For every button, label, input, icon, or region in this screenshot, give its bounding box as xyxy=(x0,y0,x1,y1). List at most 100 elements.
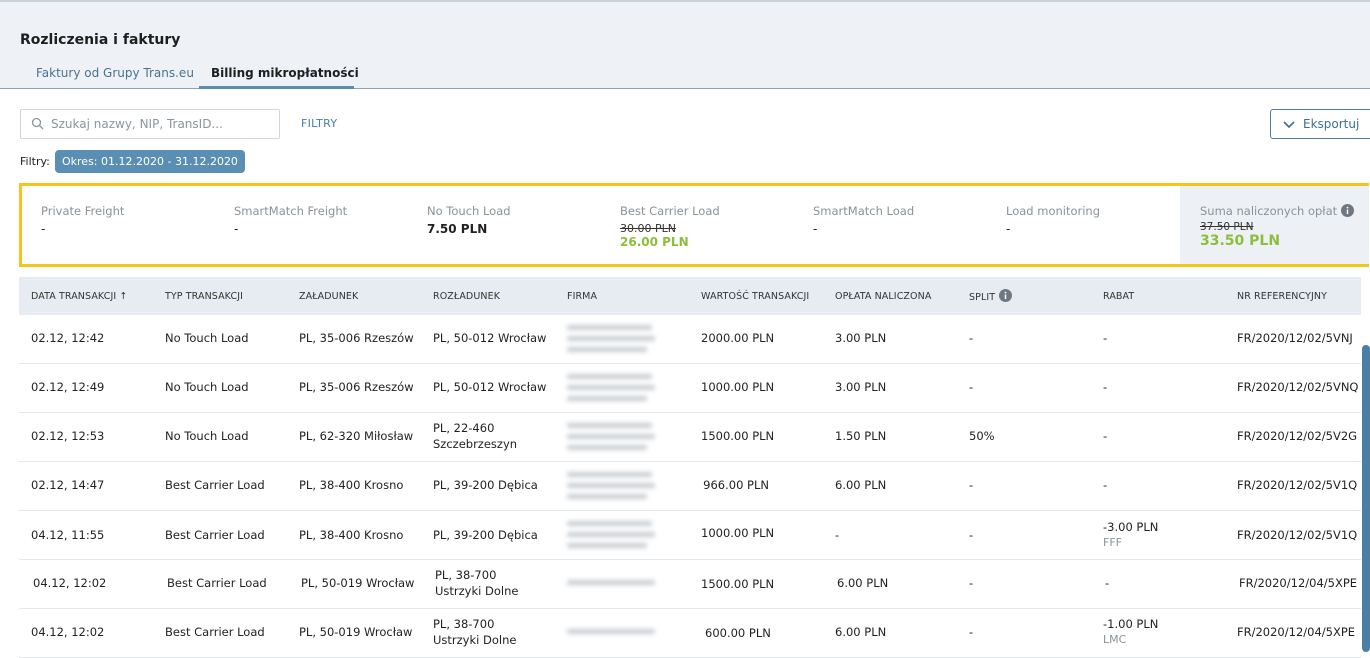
cell-unloading: PL, 38-700 Ustrzyki Dolne xyxy=(435,568,519,598)
info-icon[interactable] xyxy=(999,289,1013,302)
cell-split: - xyxy=(969,331,974,345)
table-row[interactable]: 02.12, 12:49 No Touch Load PL, 35-006 Rz… xyxy=(19,364,1361,413)
summary-value: - xyxy=(1006,222,1011,236)
column-header-type[interactable]: TYP TRANSAKCJI xyxy=(165,291,243,302)
cell-unloading: PL, 50-012 Wrocław xyxy=(433,380,547,394)
info-icon[interactable] xyxy=(1341,204,1355,217)
cell-type: Best Carrier Load xyxy=(167,576,267,590)
table-row[interactable]: 02.12, 14:47 Best Carrier Load PL, 38-40… xyxy=(19,462,1361,511)
summary-old-value: 30.00 PLN xyxy=(620,222,676,235)
cell-reference: FR/2020/12/04/5XPE xyxy=(1239,576,1358,590)
cell-reference: FR/2020/12/02/5VNQ xyxy=(1237,380,1359,394)
cell-loading: PL, 35-006 Rzeszów xyxy=(299,380,414,394)
cell-split: - xyxy=(969,380,974,394)
summary-new-value: 26.00 PLN xyxy=(620,235,689,249)
summary-smartmatch-freight: SmartMatch Freight - xyxy=(234,204,347,236)
cell-type: Best Carrier Load xyxy=(165,528,265,542)
summary-panel: Private Freight - SmartMatch Freight - N… xyxy=(19,183,1369,267)
summary-label: SmartMatch Freight xyxy=(234,204,348,218)
cell-fee: 6.00 PLN xyxy=(837,576,889,590)
column-header-value[interactable]: WARTOŚĆ TRANSAKCJI xyxy=(701,291,809,302)
cell-value: 1500.00 PLN xyxy=(701,429,775,443)
cell-reference: FR/2020/12/02/5VNJ xyxy=(1237,331,1353,345)
cell-company-redacted xyxy=(567,629,657,640)
summary-total-header: Suma naliczonych opłat xyxy=(1200,204,1355,218)
cell-date: 02.12, 14:47 xyxy=(31,478,105,492)
cell-unloading: PL, 50-012 Wrocław xyxy=(433,331,547,345)
summary-smartmatch-load: SmartMatch Load - xyxy=(813,204,914,236)
cell-value: 600.00 PLN xyxy=(705,626,771,640)
table-row[interactable]: 04.12, 11:55 Best Carrier Load PL, 38-40… xyxy=(19,511,1361,560)
cell-split: - xyxy=(969,625,974,639)
search-box[interactable] xyxy=(20,109,280,139)
cell-unloading: PL, 38-700 Ustrzyki Dolne xyxy=(433,617,517,647)
tab-faktury[interactable]: Faktury od Grupy Trans.eu xyxy=(36,66,194,90)
export-button[interactable]: Eksportuj xyxy=(1270,109,1370,139)
table-row[interactable]: 02.12, 12:42 No Touch Load PL, 35-006 Rz… xyxy=(19,315,1361,364)
summary-value: 7.50 PLN xyxy=(427,222,488,236)
cell-fee: 3.00 PLN xyxy=(835,331,887,345)
cell-value: 966.00 PLN xyxy=(703,478,769,492)
cell-loading: PL, 50-019 Wrocław xyxy=(299,625,413,639)
cell-fee: 3.00 PLN xyxy=(835,380,887,394)
cell-split: 50% xyxy=(969,429,995,443)
discount-amount: -3.00 PLN xyxy=(1103,520,1159,534)
summary-label: Load monitoring xyxy=(1006,204,1101,218)
summary-total-label: Suma naliczonych opłat xyxy=(1200,204,1338,218)
table-row[interactable]: 02.12, 12:53 No Touch Load PL, 62-320 Mi… xyxy=(19,413,1361,462)
summary-value: - xyxy=(813,222,818,236)
cell-split: - xyxy=(969,576,974,590)
summary-total-old-value: 37.50 PLN xyxy=(1200,221,1254,233)
cell-fee: - xyxy=(835,528,840,542)
column-header-unloading[interactable]: ROZŁADUNEK xyxy=(433,291,500,302)
page-title: Rozliczenia i faktury xyxy=(20,32,181,48)
summary-private-freight: Private Freight - xyxy=(41,204,124,236)
filters-button[interactable]: FILTRY xyxy=(301,117,337,130)
cell-unloading: PL, 39-200 Dębica xyxy=(433,478,538,492)
export-label: Eksportuj xyxy=(1303,117,1360,131)
summary-load-monitoring: Load monitoring - xyxy=(1006,204,1100,236)
cell-company-redacted xyxy=(567,374,657,407)
summary-best-carrier-load: Best Carrier Load 30.00 PLN 26.00 PLN xyxy=(620,204,720,249)
discount-amount: -1.00 PLN xyxy=(1103,617,1159,631)
column-header-date[interactable]: DATA TRANSAKCJI ↑ xyxy=(31,291,127,302)
search-input[interactable] xyxy=(51,110,276,138)
cell-loading: PL, 38-400 Krosno xyxy=(299,528,404,542)
cell-date: 04.12, 12:02 xyxy=(33,576,107,590)
cell-type: No Touch Load xyxy=(165,380,249,394)
cell-value: 1000.00 PLN xyxy=(701,526,775,540)
cell-discount: - xyxy=(1103,380,1108,394)
cell-value: 2000.00 PLN xyxy=(701,331,775,345)
cell-type: Best Carrier Load xyxy=(165,478,265,492)
cell-split: - xyxy=(969,528,974,542)
cell-date: 04.12, 12:02 xyxy=(31,625,105,639)
cell-company-redacted xyxy=(567,472,657,505)
column-header-reference[interactable]: NR REFERENCYJNY xyxy=(1237,291,1327,302)
vertical-scrollbar[interactable] xyxy=(1362,345,1370,652)
table-row[interactable]: 04.12, 12:02 Best Carrier Load PL, 50-01… xyxy=(19,609,1361,658)
column-header-loading[interactable]: ZAŁADUNEK xyxy=(299,291,358,302)
column-header-discount[interactable]: RABAT xyxy=(1103,291,1134,302)
cell-unloading: PL, 22-460 Szczebrzeszyn xyxy=(433,421,518,451)
column-header-company[interactable]: FIRMA xyxy=(567,291,597,302)
table-row[interactable]: 04.12, 12:02 Best Carrier Load PL, 50-01… xyxy=(19,560,1361,609)
cell-loading: PL, 50-019 Wrocław xyxy=(301,576,415,590)
cell-company-redacted xyxy=(567,521,657,554)
cell-company-redacted xyxy=(567,580,657,591)
cell-reference: FR/2020/12/02/5V2G xyxy=(1237,429,1358,443)
cell-type: No Touch Load xyxy=(165,429,249,443)
cell-reference: FR/2020/12/02/5V1Q xyxy=(1237,478,1358,492)
summary-label: No Touch Load xyxy=(427,204,511,218)
cell-discount: -3.00 PLN FFF xyxy=(1103,519,1158,551)
chevron-down-icon xyxy=(1283,121,1295,129)
column-header-fee[interactable]: OPŁATA NALICZONA xyxy=(835,291,931,302)
column-header-split[interactable]: SPLIT xyxy=(969,289,1013,303)
cell-date: 02.12, 12:42 xyxy=(31,331,105,345)
cell-discount: - xyxy=(1103,478,1108,492)
summary-value: - xyxy=(234,222,239,236)
filter-chip-period[interactable]: Okres: 01.12.2020 - 31.12.2020 xyxy=(55,150,245,173)
cell-fee: 6.00 PLN xyxy=(835,478,887,492)
cell-fee: 6.00 PLN xyxy=(835,625,887,639)
cell-value: 1500.00 PLN xyxy=(701,577,775,591)
summary-value: - xyxy=(41,222,46,236)
